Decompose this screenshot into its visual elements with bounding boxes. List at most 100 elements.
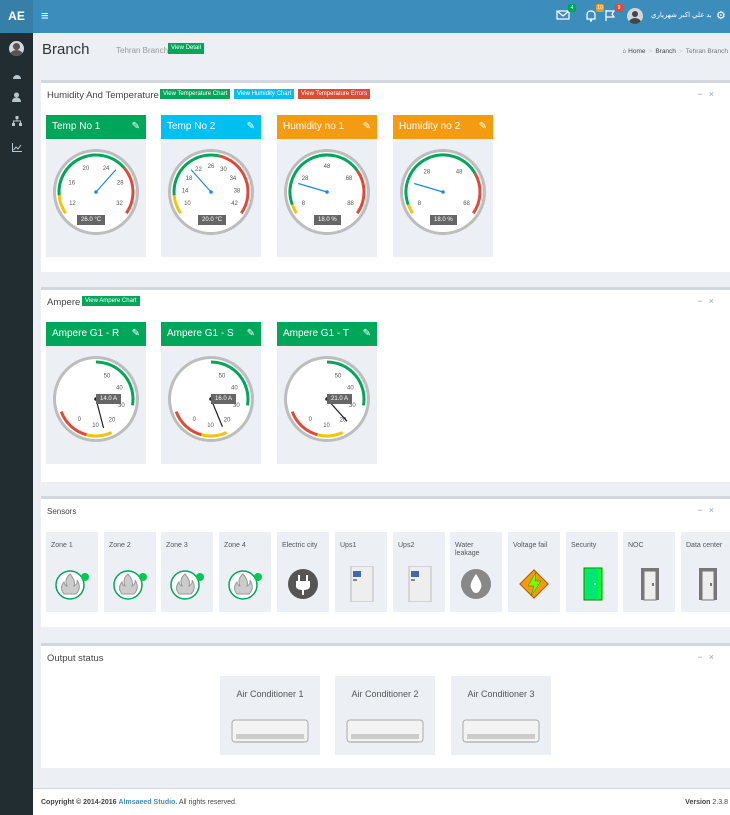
top-navbar: AE ≡ 4 10 9 سيد علي اکبر شهرياري ⚙ bbox=[0, 0, 730, 33]
sensor-label: Zone 3 bbox=[166, 542, 188, 549]
gauge-tick-label: 40 bbox=[116, 386, 123, 392]
box-tools[interactable]: −× bbox=[697, 505, 720, 515]
app-logo[interactable]: AE bbox=[0, 0, 33, 33]
gauge-tick-label: 38 bbox=[234, 188, 241, 194]
gears-icon[interactable]: ⚙ bbox=[716, 9, 726, 23]
studio-link[interactable]: Almsaeed Studio. bbox=[119, 799, 178, 806]
view-detail-button[interactable]: View Detail bbox=[168, 43, 204, 54]
sensor-card[interactable]: Ups1 bbox=[335, 532, 387, 612]
gauge-tick-label: 68 bbox=[463, 201, 470, 207]
box-title: Sensors bbox=[47, 507, 77, 516]
view-humidity-chart-button[interactable]: View Humidity Chart bbox=[234, 89, 295, 99]
air-conditioner-icon bbox=[346, 719, 424, 743]
menu-toggle-icon[interactable]: ≡ bbox=[41, 9, 49, 23]
gauge-value: 18.0 % bbox=[430, 215, 457, 225]
view-ampere-chart-button[interactable]: View Ampere Chart bbox=[82, 296, 140, 306]
sensor-card[interactable]: Water leakage bbox=[450, 532, 502, 612]
output-card[interactable]: Air Conditioner 3 bbox=[451, 676, 551, 755]
breadcrumb-home[interactable]: Home bbox=[628, 48, 645, 55]
gauge-tick-label: 18 bbox=[186, 176, 193, 182]
gauge-pivot bbox=[94, 190, 98, 194]
page-subtitle: Tehran Branch bbox=[116, 46, 169, 55]
closed-door-icon bbox=[641, 568, 659, 601]
sensor-card[interactable]: Zone 2 bbox=[104, 532, 156, 612]
sensor-card[interactable]: Zone 4 bbox=[219, 532, 271, 612]
mail-icon[interactable]: 4 bbox=[555, 4, 576, 23]
sensor-label: Water leakage bbox=[455, 542, 480, 557]
page-title: Branch bbox=[42, 41, 90, 58]
sensor-card[interactable]: Zone 1 bbox=[46, 532, 98, 612]
output-card[interactable]: Air Conditioner 2 bbox=[335, 676, 435, 755]
content-header: Branch Tehran Branch View Detail ⌂ Home >… bbox=[33, 33, 730, 70]
output-card[interactable]: Air Conditioner 1 bbox=[220, 676, 320, 755]
water-drop-icon bbox=[461, 569, 491, 599]
sensor-card[interactable]: Security bbox=[566, 532, 618, 612]
gauge-tick-label: 28 bbox=[424, 170, 431, 176]
flag-icon[interactable]: 9 bbox=[602, 4, 623, 23]
bell-icon[interactable]: 10 bbox=[583, 4, 604, 23]
fire-sensor-icon bbox=[228, 570, 262, 600]
view-temperature-chart-button[interactable]: View Temperature Chart bbox=[160, 89, 231, 99]
gauge-card: Humidity no 1 ✎ 8 28 48 68 88 18.0 % bbox=[277, 115, 377, 257]
sensor-label: Ups1 bbox=[340, 542, 357, 549]
gauge-tick-label: 10 bbox=[207, 423, 214, 429]
gauge-card-title: Temp No 2 bbox=[167, 121, 216, 132]
sensor-card[interactable]: Zone 3 bbox=[161, 532, 213, 612]
sensor-label: Electric city bbox=[282, 542, 318, 549]
user-icon[interactable] bbox=[0, 89, 33, 111]
gauge-tick-label: 10 bbox=[184, 201, 191, 207]
edit-icon[interactable]: ✎ bbox=[363, 115, 371, 139]
gauge-pivot bbox=[325, 190, 329, 194]
gauge-tick-label: 30 bbox=[220, 167, 227, 173]
output-card-label: Air Conditioner 1 bbox=[236, 689, 304, 699]
gauge-card: Humidity no 2 ✎ 8 28 48 68 18.0 % bbox=[393, 115, 493, 257]
gauge-value: 26.0 °C bbox=[77, 215, 106, 225]
gauge-tick-label: 20 bbox=[224, 417, 231, 423]
gauge-value: 14.0 A bbox=[96, 394, 122, 404]
gauge-tick-label: 32 bbox=[116, 201, 123, 207]
edit-icon[interactable]: ✎ bbox=[479, 115, 487, 139]
fire-sensor-icon bbox=[170, 570, 204, 600]
view-temperature-errors-button[interactable]: View Temperature Errors bbox=[298, 89, 371, 99]
gauge-card-title: Humidity no 2 bbox=[399, 121, 461, 132]
mail-badge: 4 bbox=[568, 4, 576, 12]
dashboard-icon[interactable] bbox=[0, 67, 33, 89]
box-tools[interactable]: −× bbox=[697, 89, 720, 99]
edit-icon[interactable]: ✎ bbox=[132, 322, 140, 346]
footer-version: Version 2.3.8 bbox=[685, 798, 728, 807]
edit-icon[interactable]: ✎ bbox=[247, 322, 255, 346]
sitemap-icon[interactable] bbox=[0, 113, 33, 135]
gauge-tick-label: 24 bbox=[103, 166, 110, 172]
high-voltage-icon bbox=[519, 569, 549, 599]
rights-text: All rights reserved. bbox=[178, 799, 237, 806]
sensor-card[interactable]: NOC bbox=[623, 532, 675, 612]
sensor-card[interactable]: Data center bbox=[681, 532, 730, 612]
fire-sensor-icon bbox=[113, 570, 147, 600]
box-tools[interactable]: −× bbox=[697, 652, 720, 662]
gauge-tick-label: 10 bbox=[323, 423, 330, 429]
gauge-card: Ampere G1 - T ✎ 0 10 20 30 40 50 21.0 A bbox=[277, 322, 377, 464]
edit-icon[interactable]: ✎ bbox=[132, 115, 140, 139]
user-avatar[interactable] bbox=[627, 8, 643, 24]
gauge-tick-label: 14 bbox=[182, 188, 189, 194]
air-conditioner-icon bbox=[462, 719, 540, 743]
edit-icon[interactable]: ✎ bbox=[247, 115, 255, 139]
breadcrumb-branch[interactable]: Branch bbox=[655, 48, 676, 55]
edit-icon[interactable]: ✎ bbox=[363, 322, 371, 346]
gauge-tick-label: 20 bbox=[109, 417, 116, 423]
user-name[interactable]: سيد علي اکبر شهرياري bbox=[651, 11, 711, 21]
gauge-card: Temp No 2 ✎ 10 14 18 22 26 30 34 38 42 20.0 °C bbox=[161, 115, 261, 257]
version-label: Version bbox=[685, 799, 711, 806]
sensor-label: Zone 1 bbox=[51, 542, 73, 549]
sensor-card[interactable]: Voltage fail bbox=[508, 532, 560, 612]
box-tools[interactable]: −× bbox=[697, 296, 720, 306]
open-door-icon bbox=[583, 567, 603, 601]
line-chart-icon[interactable] bbox=[0, 139, 33, 161]
sensor-label: Voltage fail bbox=[513, 542, 548, 549]
sensor-card[interactable]: Ups2 bbox=[393, 532, 445, 612]
sensor-card[interactable]: Electric city bbox=[277, 532, 329, 612]
version-number: 2.3.8 bbox=[712, 799, 728, 806]
gauge-card-header: Humidity no 2 ✎ bbox=[393, 115, 493, 139]
gauge-tick-label: 50 bbox=[219, 373, 226, 379]
footer: Copyright © 2014-2016 Almsaeed Studio. A… bbox=[33, 788, 730, 815]
